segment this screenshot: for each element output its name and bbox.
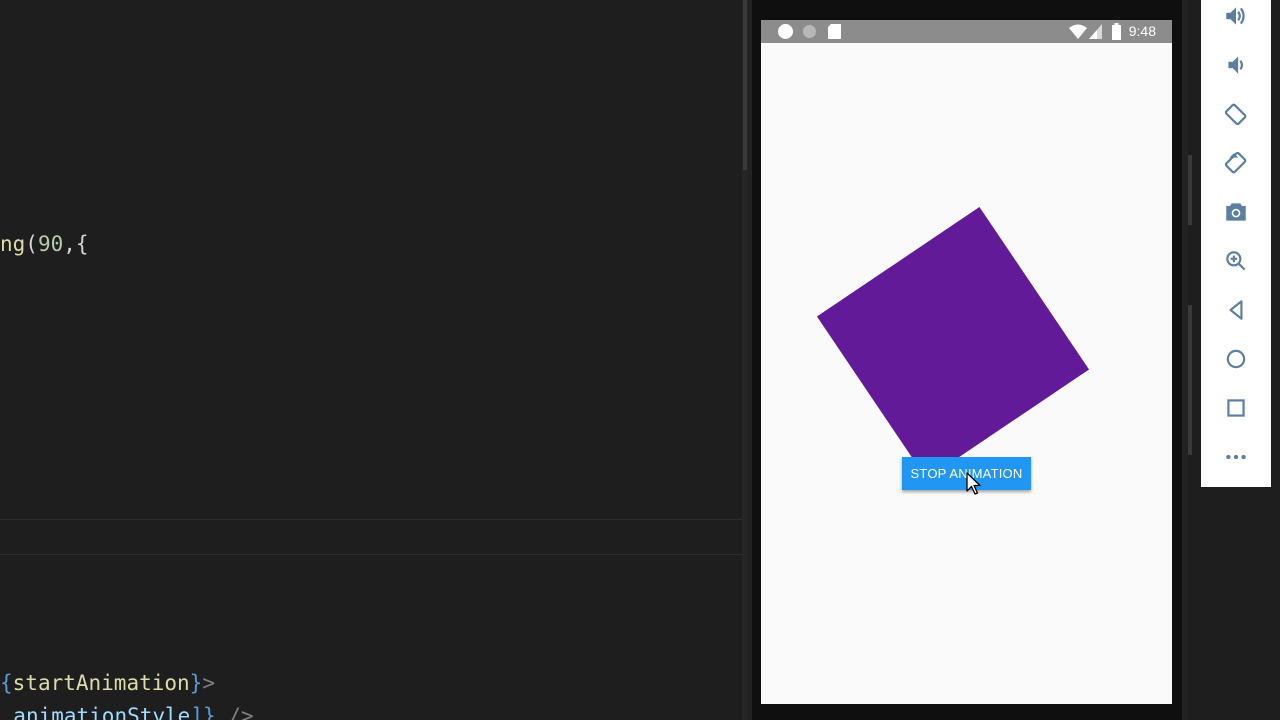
rotate-left-icon [1224, 103, 1247, 126]
code-token: } [189, 671, 203, 695]
status-time: 9:48 [1128, 23, 1156, 39]
battery-icon [1112, 23, 1121, 40]
current-line-highlight [0, 519, 742, 555]
overview-button[interactable] [1218, 390, 1254, 426]
status-bar: 9:48 [761, 20, 1172, 43]
editor-scrollbar-thumb[interactable] [743, 0, 747, 170]
signal-icon [1089, 24, 1102, 39]
volume-up-button[interactable] [1218, 0, 1254, 34]
zoom-button[interactable] [1218, 243, 1254, 279]
volume-up-icon [1226, 7, 1245, 25]
rotate-right-button[interactable] [1218, 145, 1254, 181]
code-token: , [0, 704, 13, 720]
back-icon [1229, 300, 1243, 320]
emulator-toolbar [1201, 0, 1271, 487]
code-token: /> [215, 704, 254, 720]
animated-square [816, 206, 1090, 480]
code-line[interactable]: {startAnimation}> [0, 669, 215, 697]
code-token: ,{ [63, 232, 89, 256]
rotate-right-icon [1224, 151, 1247, 174]
code-line[interactable]: , animationStyle]} /> [0, 702, 254, 720]
mouse-pointer-icon [966, 472, 981, 495]
back-button[interactable] [1218, 292, 1254, 328]
code-token: { [0, 671, 13, 695]
code-line[interactable]: ng(90,{ [0, 230, 89, 258]
code-editor[interactable]: ng(90,{ {startAnimation}> , animationSty… [0, 0, 742, 720]
code-token: animationStyle [13, 704, 191, 720]
circle-icon [778, 24, 793, 39]
rotate-left-button[interactable] [1218, 96, 1254, 132]
volume-down-icon [1228, 56, 1244, 74]
home-icon [1226, 349, 1246, 369]
screenshot-button[interactable] [1218, 194, 1254, 230]
code-token: 90 [37, 232, 64, 256]
camera-icon [1226, 203, 1246, 221]
volume-down-button[interactable] [1218, 47, 1254, 83]
code-token: ng [0, 232, 26, 256]
code-token: > [202, 671, 215, 695]
sd-card-icon [828, 24, 841, 39]
more-icon [1226, 454, 1246, 460]
overview-icon [1227, 399, 1245, 417]
code-token: ( [25, 232, 38, 256]
wifi-icon [1069, 24, 1087, 39]
code-token: startAnimation [12, 671, 190, 695]
circle-icon [803, 25, 816, 38]
emulator-scrollbar-thumb[interactable] [1188, 305, 1192, 455]
zoom-icon [1226, 251, 1246, 271]
emulator-scrollbar[interactable] [1188, 155, 1194, 605]
home-button[interactable] [1218, 341, 1254, 377]
phone-screen[interactable]: 9:48 STOP ANIMATION [761, 20, 1172, 704]
more-button[interactable] [1218, 439, 1254, 475]
emulator-scrollbar-thumb[interactable] [1188, 155, 1192, 225]
code-token: ]} [190, 704, 216, 720]
